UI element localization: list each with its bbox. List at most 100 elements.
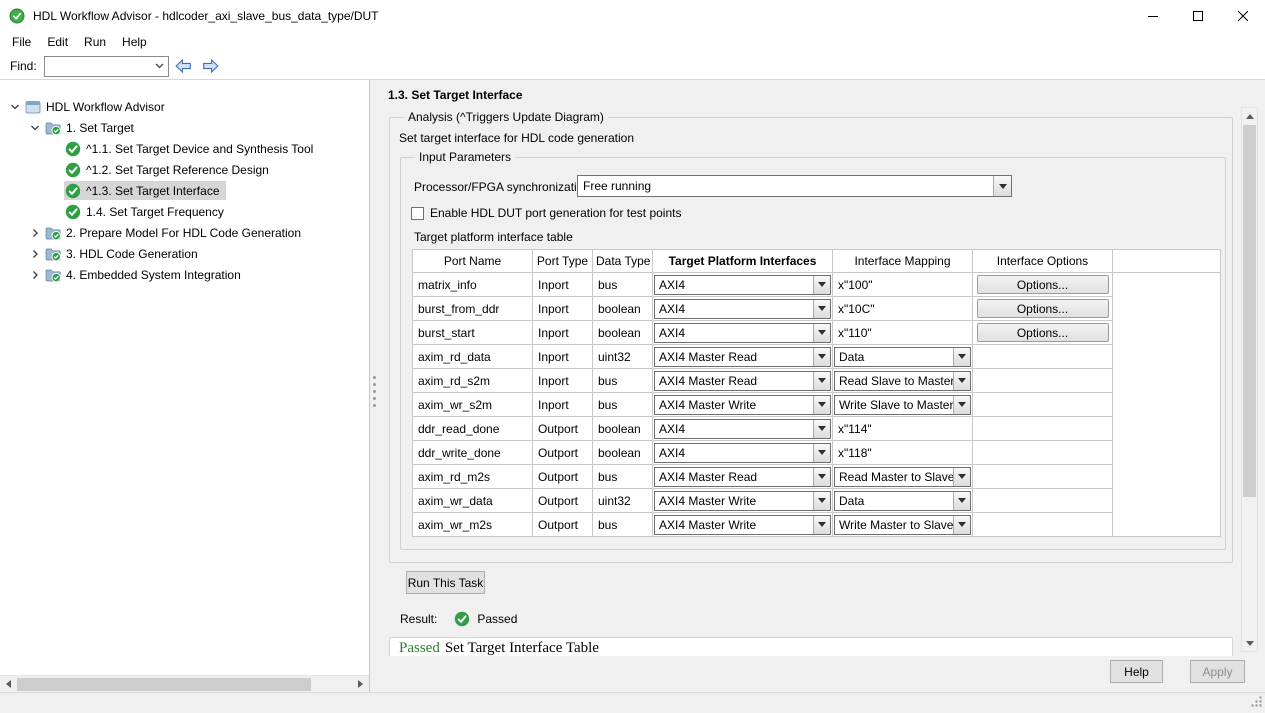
options-button[interactable]: Options... [977, 275, 1109, 294]
tree-horizontal-scrollbar[interactable] [0, 675, 369, 692]
maximize-button[interactable] [1175, 0, 1220, 31]
tree-item[interactable]: 1. Set Target [0, 117, 369, 138]
target-interface-select[interactable]: AXI4 Master Write [654, 515, 831, 535]
filler-cell [1113, 489, 1221, 513]
chevron-down-icon[interactable] [813, 468, 830, 486]
chevron-down-icon[interactable] [813, 300, 830, 318]
port-name-cell: axim_wr_data [413, 489, 533, 513]
chevron-down-icon[interactable] [953, 492, 970, 510]
target-interface-select[interactable]: AXI4 [654, 323, 831, 343]
tree-item[interactable]: HDL Workflow Advisor [0, 96, 369, 117]
menu-file[interactable]: File [4, 32, 39, 52]
scroll-left-arrow-icon[interactable] [0, 676, 17, 692]
chevron-down-icon[interactable] [813, 516, 830, 534]
close-button[interactable] [1220, 0, 1265, 31]
folder-check-icon [45, 246, 61, 262]
target-interface-select[interactable]: AXI4 Master Write [654, 491, 831, 511]
tree-item[interactable]: 1.4. Set Target Frequency [0, 201, 369, 222]
find-input[interactable] [44, 56, 169, 77]
scroll-up-arrow-icon[interactable] [1242, 108, 1257, 124]
chevron-right-icon[interactable] [26, 267, 44, 283]
chevron-right-icon[interactable] [26, 225, 44, 241]
chevron-down-icon[interactable] [152, 57, 168, 76]
target-interface-select[interactable]: AXI4 Master Read [654, 347, 831, 367]
menu-run[interactable]: Run [76, 32, 114, 52]
find-previous-button[interactable] [172, 55, 196, 77]
target-interface-select[interactable]: AXI4 [654, 299, 831, 319]
chevron-down-icon[interactable] [6, 99, 24, 115]
tree-item[interactable]: ^1.1. Set Target Device and Synthesis To… [0, 138, 369, 159]
chevron-down-icon[interactable] [813, 492, 830, 510]
resize-grip-icon[interactable] [1250, 695, 1263, 711]
interface-cell: AXI4 Master Write [653, 513, 833, 537]
window-title: HDL Workflow Advisor - hdlcoder_axi_slav… [33, 9, 379, 23]
processor-fpga-sync-select[interactable]: Free running [577, 175, 1012, 197]
chevron-down-icon[interactable] [953, 348, 970, 366]
filler-cell [1113, 441, 1221, 465]
target-interface-select[interactable]: AXI4 Master Read [654, 371, 831, 391]
interface-mapping-select[interactable]: Write Master to Slave Bu [834, 515, 971, 535]
scroll-right-arrow-icon[interactable] [352, 676, 369, 692]
target-interface-select[interactable]: AXI4 [654, 275, 831, 295]
tree-item-label: 1. Set Target [66, 121, 134, 135]
interface-mapping-select[interactable]: Write Slave to Master Bu [834, 395, 971, 415]
chevron-down-icon[interactable] [813, 420, 830, 438]
interface-mapping-select[interactable]: Data [834, 347, 971, 367]
chevron-down-icon[interactable] [953, 396, 970, 414]
help-button[interactable]: Help [1110, 660, 1163, 683]
panel-splitter[interactable] [370, 80, 380, 692]
minimize-button[interactable] [1130, 0, 1175, 31]
port-type-cell: Outport [533, 489, 593, 513]
scroll-down-arrow-icon[interactable] [1242, 635, 1257, 651]
chevron-down-icon[interactable] [813, 348, 830, 366]
chevron-down-icon[interactable] [953, 372, 970, 390]
interface-table-row: burst_startInportbooleanAXI4x"110"Option… [413, 321, 1221, 345]
chevron-down-icon[interactable] [813, 372, 830, 390]
folder-check-icon [45, 225, 61, 241]
scrollbar-thumb[interactable] [17, 678, 311, 691]
port-type-cell: Inport [533, 393, 593, 417]
chevron-down-icon[interactable] [813, 444, 830, 462]
filler-cell [1113, 393, 1221, 417]
interface-mapping-select[interactable]: Read Master to Slave Bu [834, 467, 971, 487]
menu-edit[interactable]: Edit [39, 32, 76, 52]
task-tree: HDL Workflow Advisor 1. Set Target ^1.1. S… [0, 96, 369, 285]
chevron-down-icon[interactable] [953, 516, 970, 534]
result-row: Result: Passed [400, 611, 517, 627]
menu-help[interactable]: Help [114, 32, 155, 52]
tree-item[interactable]: 3. HDL Code Generation [0, 243, 369, 264]
target-interface-select[interactable]: AXI4 Master Write [654, 395, 831, 415]
scrollbar-thumb[interactable] [1243, 125, 1256, 497]
column-header: Target Platform Interfaces [653, 250, 833, 273]
target-interface-select[interactable]: AXI4 [654, 443, 831, 463]
chevron-down-icon[interactable] [813, 276, 830, 294]
testpoint-checkbox[interactable] [411, 207, 424, 220]
target-interface-select[interactable]: AXI4 [654, 419, 831, 439]
tree-item-label: ^1.1. Set Target Device and Synthesis To… [86, 142, 313, 156]
chevron-down-icon[interactable] [26, 120, 44, 136]
interface-mapping-select[interactable]: Data [834, 491, 971, 511]
chevron-right-icon[interactable] [26, 246, 44, 262]
options-button[interactable]: Options... [977, 299, 1109, 318]
tree-item[interactable]: 4. Embedded System Integration [0, 264, 369, 285]
target-interface-select[interactable]: AXI4 Master Read [654, 467, 831, 487]
interface-mapping-select[interactable]: Read Slave to Master Bu [834, 371, 971, 391]
interface-table-row: ddr_write_doneOutportbooleanAXI4x"118" [413, 441, 1221, 465]
chevron-down-icon[interactable] [813, 396, 830, 414]
chevron-down-icon[interactable] [953, 468, 970, 486]
tree-item[interactable]: ^1.2. Set Target Reference Design [0, 159, 369, 180]
chevron-down-icon[interactable] [993, 176, 1011, 196]
port-type-cell: Inport [533, 345, 593, 369]
tree-item[interactable]: 2. Prepare Model For HDL Code Generation [0, 222, 369, 243]
task-panel-vertical-scrollbar[interactable] [1241, 107, 1258, 652]
options-button[interactable]: Options... [977, 323, 1109, 342]
app-icon [25, 99, 41, 115]
tree-item[interactable]: ^1.3. Set Target Interface [0, 180, 369, 201]
filler-cell [1113, 465, 1221, 489]
port-type-cell: Inport [533, 369, 593, 393]
interface-table-row: axim_wr_m2sOutportbusAXI4 Master WriteWr… [413, 513, 1221, 537]
apply-button[interactable]: Apply [1190, 660, 1245, 683]
run-this-task-button[interactable]: Run This Task [406, 571, 485, 594]
find-next-button[interactable] [199, 55, 223, 77]
chevron-down-icon[interactable] [813, 324, 830, 342]
